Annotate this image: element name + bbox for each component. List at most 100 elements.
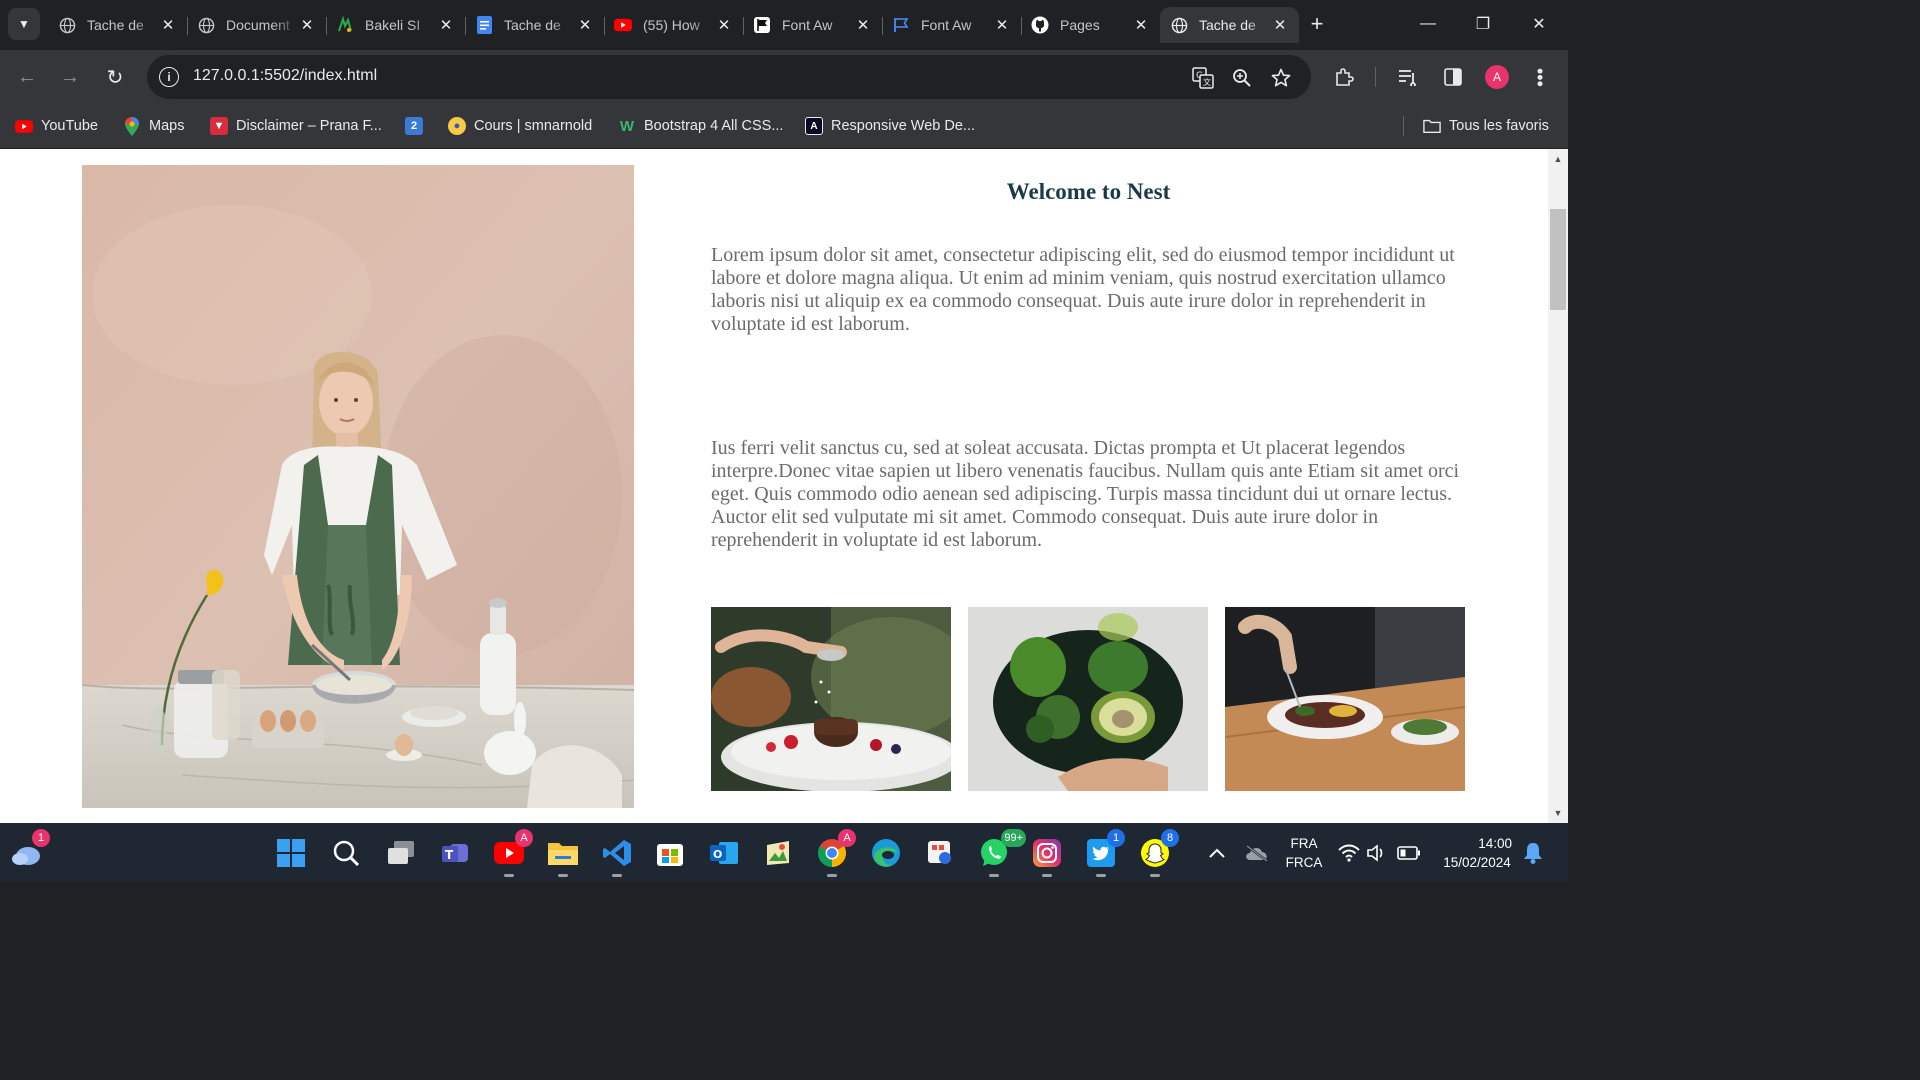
google-docs-icon [475,16,493,34]
running-indicator [558,874,568,877]
vscode-icon[interactable] [599,835,635,877]
youtube-icon [614,16,632,34]
tab-title: Font Aw [782,17,833,33]
tab-4[interactable]: Tache de ✕ [465,7,604,43]
wifi-icon[interactable] [1336,835,1362,871]
translate-icon[interactable]: G文 [1190,65,1216,91]
site-info-icon[interactable]: i [159,67,179,87]
tab-7[interactable]: Font Aw ✕ [882,7,1021,43]
all-bookmarks-button[interactable]: Tous les favoris [1423,112,1549,140]
tab-8[interactable]: Pages ✕ [1021,7,1160,43]
close-window-button[interactable]: ✕ [1514,8,1564,40]
tab-9-active[interactable]: Tache de ✕ [1160,7,1299,43]
twitter-icon[interactable]: 1 [1083,829,1125,877]
teams-icon[interactable]: T [437,835,473,871]
kebab-menu-icon[interactable]: ••• [1526,63,1554,91]
battery-icon[interactable] [1394,835,1424,871]
whatsapp-badge: 99+ [1001,829,1026,847]
close-icon[interactable]: ✕ [437,16,455,34]
snipping-tool-icon[interactable] [922,835,958,871]
extensions-icon[interactable] [1330,63,1358,91]
snapchat-icon[interactable]: 8 [1137,829,1179,877]
tab-5[interactable]: (55) How ✕ [604,7,743,43]
weather-badge: 1 [32,829,50,847]
microsoft-store-icon[interactable] [652,835,688,871]
side-panel-icon[interactable] [1439,63,1467,91]
outlook-icon[interactable]: O [706,835,742,871]
profile-avatar[interactable]: A [1485,65,1509,89]
cours-icon: ● [448,117,466,135]
reading-list-icon[interactable] [1394,63,1422,91]
bookmark-disclaimer[interactable]: ▼ Disclaimer – Prana F... [210,112,382,140]
close-icon[interactable]: ✕ [576,16,594,34]
close-icon[interactable]: ✕ [715,16,733,34]
tab-title: Document [226,17,290,33]
chevron-up-icon[interactable] [1200,835,1234,871]
bookmark-label: Bootstrap 4 All CSS... [644,118,784,134]
github-icon [1031,16,1049,34]
bookmark-bootstrap[interactable]: W Bootstrap 4 All CSS... [618,112,784,140]
edge-icon[interactable] [868,835,904,871]
youtube-app-icon[interactable]: A [491,829,533,877]
restore-icon: ❐ [1475,16,1491,33]
clock-time: 14:00 [1478,836,1512,851]
running-indicator [612,874,622,877]
zoom-icon[interactable] [1229,65,1255,91]
bookmark-youtube[interactable]: YouTube [15,112,98,140]
restore-button[interactable]: ❐ [1458,8,1508,40]
tab-title: (55) How [643,17,700,33]
tab-1[interactable]: Tache de ✕ [48,7,187,43]
back-button[interactable]: ← [11,61,43,93]
youtube-badge: A [515,829,533,847]
scroll-up-icon[interactable]: ▲ [1548,151,1568,167]
page-title: Welcome to Nest [1006,179,1171,204]
search-icon[interactable] [328,835,364,871]
w-icon: W [619,117,635,135]
address-bar[interactable]: i 127.0.0.1:5502/index.html G文 [147,55,1311,99]
task-view-icon[interactable] [383,835,419,871]
clock[interactable]: 14:00 15/02/2024 [1432,834,1522,872]
running-indicator [1042,874,1052,877]
whatsapp-icon[interactable]: 99+ [976,829,1026,877]
weather-widget[interactable]: 1 [8,829,50,871]
bookmark-label: YouTube [41,118,98,134]
toolbar-divider [1375,67,1376,87]
close-icon[interactable]: ✕ [298,16,316,34]
start-button[interactable] [273,835,309,871]
instagram-icon[interactable] [1029,835,1065,877]
language-indicator[interactable]: FRA FRCA [1283,834,1325,872]
notification-bell-icon[interactable] [1518,835,1548,871]
scroll-down-icon[interactable]: ▼ [1548,805,1568,821]
running-indicator [1150,874,1160,877]
reload-button[interactable]: ↻ [99,61,131,93]
bookmark-cours[interactable]: ● Cours | smnarnold [448,112,592,140]
tab-3[interactable]: Bakeli SI ✕ [326,7,465,43]
close-icon[interactable]: ✕ [1271,16,1289,34]
image-app-icon[interactable] [760,835,796,871]
url-text[interactable]: 127.0.0.1:5502/index.html [193,67,377,85]
salad-bowl-image [968,607,1208,791]
close-icon[interactable]: ✕ [854,16,872,34]
svg-text:T: T [445,848,454,862]
close-icon[interactable]: ✕ [159,16,177,34]
volume-icon[interactable] [1364,835,1390,871]
bookmark-star-icon[interactable] [1268,65,1294,91]
new-tab-button[interactable]: + [1303,10,1331,38]
tab-search-button[interactable]: ▼ [8,8,40,40]
clock-date: 15/02/2024 [1443,855,1511,870]
close-icon[interactable]: ✕ [1132,16,1150,34]
svg-text:O: O [713,848,722,861]
onedrive-offline-icon[interactable] [1240,835,1274,871]
chrome-icon[interactable]: A [814,829,856,877]
minimize-button[interactable]: — [1403,8,1453,40]
bookmark-2[interactable]: 2 [405,112,423,140]
file-explorer-icon[interactable] [545,835,581,877]
close-icon[interactable]: ✕ [993,16,1011,34]
tab-6[interactable]: Font Aw ✕ [743,7,882,43]
scrollbar-thumb[interactable] [1550,209,1566,310]
forward-button[interactable]: → [54,61,86,93]
bookmark-responsive[interactable]: A Responsive Web De... [805,112,975,140]
running-indicator [1096,874,1106,877]
tab-2[interactable]: Document ✕ [187,7,326,43]
bookmark-maps[interactable]: Maps [123,112,184,140]
